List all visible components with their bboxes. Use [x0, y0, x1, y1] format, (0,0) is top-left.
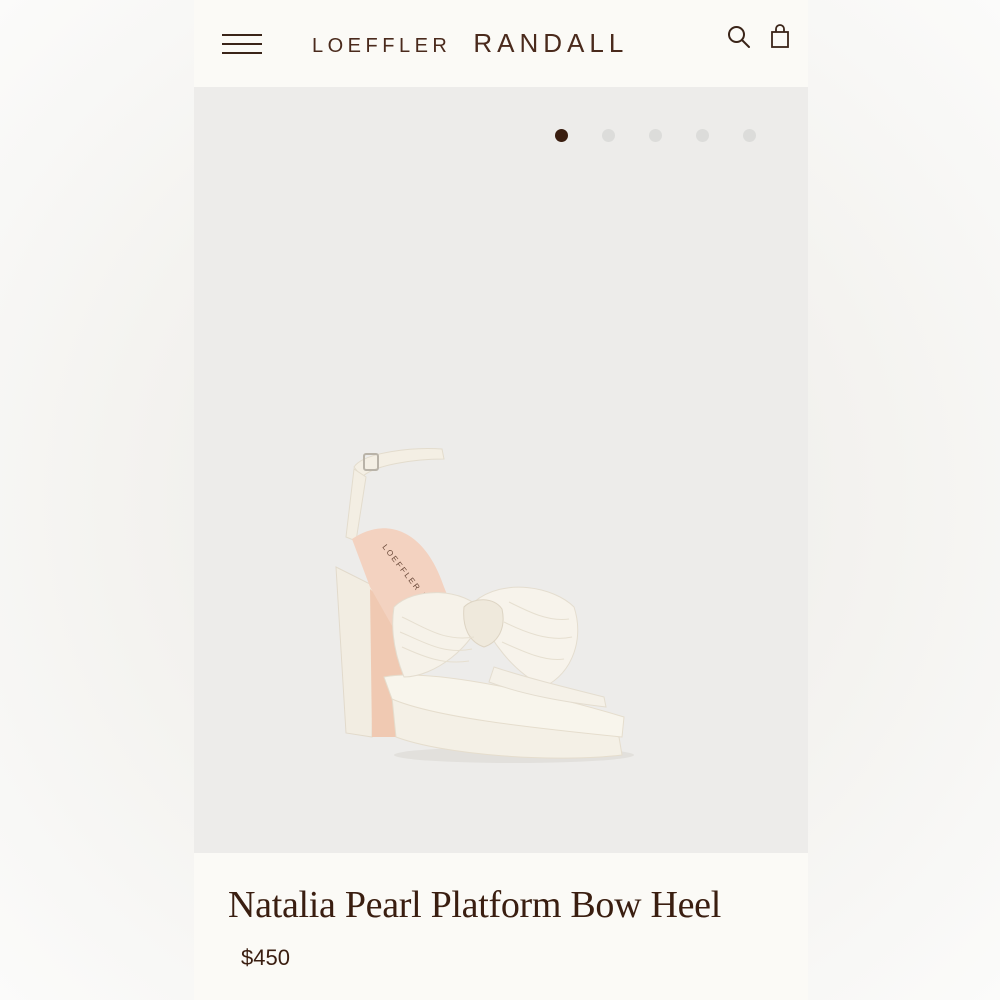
carousel-dots	[555, 129, 756, 142]
carousel-dot[interactable]	[649, 129, 662, 142]
shopping-bag-icon[interactable]	[769, 24, 791, 50]
menu-line	[222, 34, 262, 36]
carousel-dot[interactable]	[602, 129, 615, 142]
hamburger-menu-icon[interactable]	[222, 32, 262, 56]
logo-first-word: LOEFFLER	[312, 35, 452, 57]
carousel-dot[interactable]	[743, 129, 756, 142]
product-title: Natalia Pearl Platform Bow Heel	[228, 884, 721, 926]
logo-second-word: RANDALL	[473, 28, 629, 58]
search-icon[interactable]	[726, 24, 752, 50]
carousel-dot[interactable]	[696, 129, 709, 142]
product-info: Natalia Pearl Platform Bow Heel $450	[194, 853, 808, 1000]
mobile-page: LOEFFLER RANDALL LOEFFLER RANDALL Natali…	[194, 0, 808, 1000]
menu-line	[222, 43, 262, 45]
product-price: $450	[241, 945, 290, 970]
brand-logo[interactable]: LOEFFLER RANDALL	[312, 28, 628, 62]
carousel-dot[interactable]	[555, 129, 568, 142]
site-header: LOEFFLER RANDALL	[194, 0, 808, 87]
menu-line	[222, 52, 262, 54]
product-gallery[interactable]: LOEFFLER RANDALL	[194, 87, 808, 853]
shoe-image[interactable]: LOEFFLER RANDALL	[324, 437, 644, 777]
